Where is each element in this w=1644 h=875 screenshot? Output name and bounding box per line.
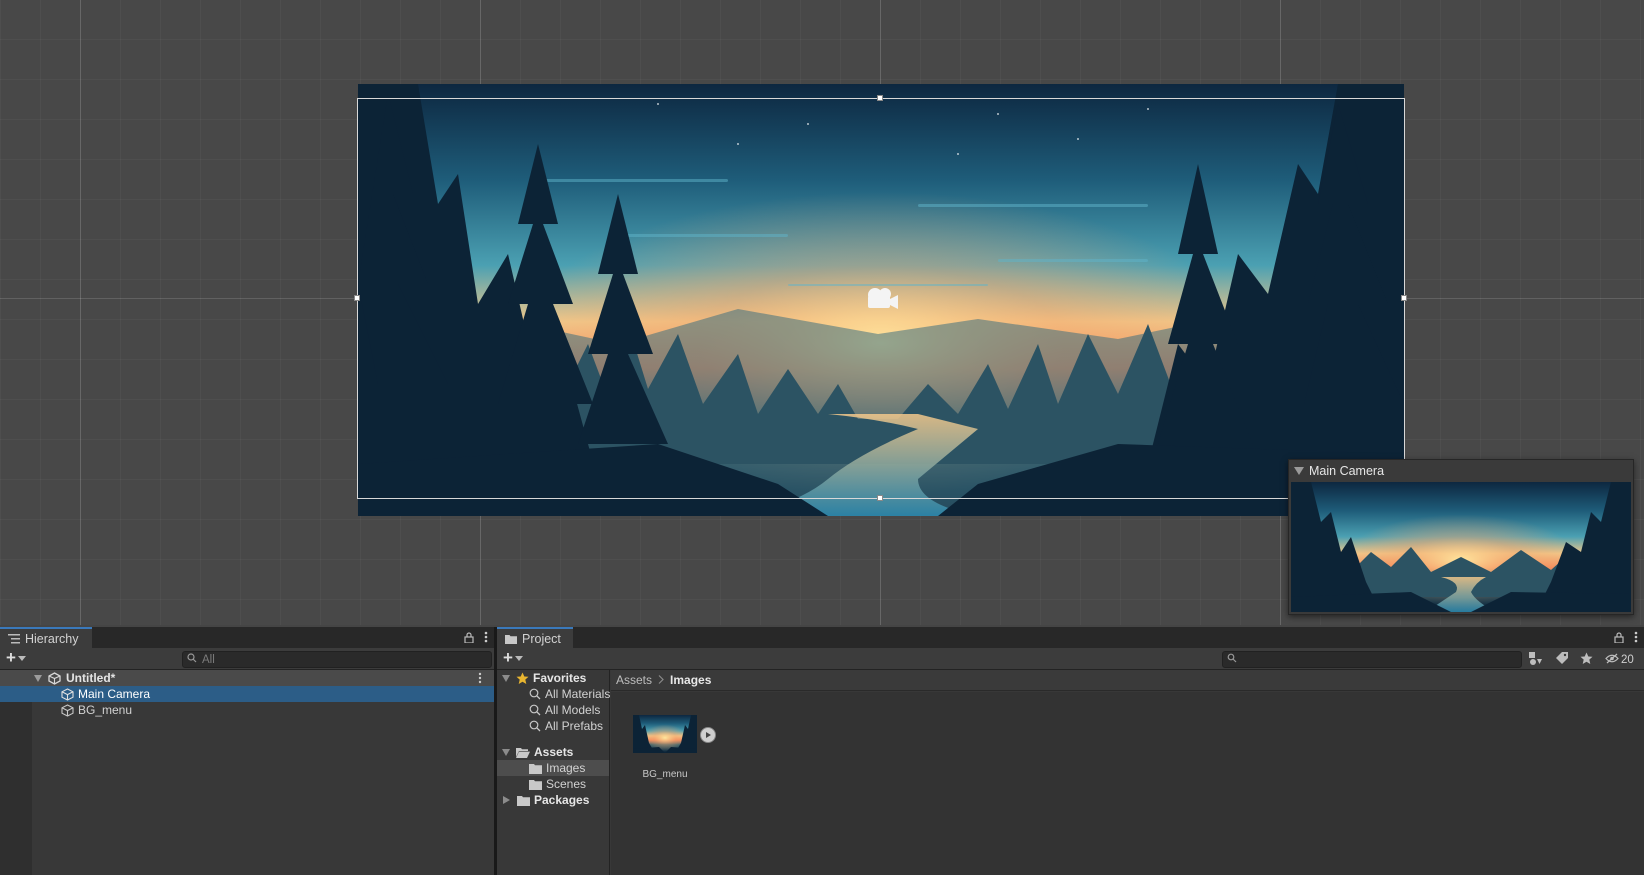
folder-icon <box>529 763 542 774</box>
camera-preview-title: Main Camera <box>1309 464 1385 478</box>
tree-folder-label: Scenes <box>546 777 587 791</box>
project-panel: Project + 20 Favorites All Materials All… <box>497 627 1644 875</box>
search-icon <box>529 704 541 716</box>
camera-icon[interactable] <box>864 286 900 314</box>
expand-triangle-icon[interactable] <box>502 748 510 756</box>
scene-row[interactable]: Untitled* <box>0 670 494 686</box>
gameobject-cube-icon <box>61 687 74 701</box>
project-tabbar: Project <box>497 627 1644 648</box>
folder-icon <box>505 634 517 644</box>
asset-name: BG_menu <box>642 769 688 780</box>
asset-tile-bg-menu[interactable]: BG_menu <box>625 715 716 780</box>
tree-item-all-materials[interactable]: All Materials <box>497 686 611 702</box>
tab-hierarchy[interactable]: Hierarchy <box>0 627 92 648</box>
tree-folder-images[interactable]: Images <box>497 760 609 776</box>
tree-assets[interactable]: Assets <box>497 744 609 760</box>
rect-handle-right[interactable] <box>1401 295 1407 301</box>
hierarchy-tabbar: Hierarchy <box>0 627 494 648</box>
project-folder-tree: Favorites All Materials All Models All P… <box>497 670 610 875</box>
tree-favorites-label: Favorites <box>533 671 587 685</box>
hierarchy-search-input[interactable] <box>202 653 491 666</box>
hierarchy-list: Untitled* Main Camera BG_menu <box>0 670 494 718</box>
hidden-packages-toggle[interactable]: 20 <box>1605 653 1634 667</box>
camera-preview-header[interactable]: Main Camera <box>1289 460 1633 482</box>
bottom-dock: Hierarchy + All Untitled* Main Camera BG… <box>0 627 1644 875</box>
breadcrumb: Assets Images <box>611 670 1644 691</box>
grid-line <box>80 0 81 625</box>
project-search[interactable] <box>1222 651 1522 668</box>
tree-folder-label: Images <box>546 761 586 775</box>
scene-name: Untitled* <box>66 671 116 685</box>
collapsed-triangle-icon[interactable] <box>503 796 510 804</box>
search-filter-icon <box>187 653 198 666</box>
hierarchy-toolbar: + <box>0 648 494 670</box>
camera-preview-window[interactable]: Main Camera <box>1288 459 1634 615</box>
create-button[interactable]: + <box>6 648 26 667</box>
rect-handle-bottom[interactable] <box>877 495 883 501</box>
tab-project-label: Project <box>522 631 561 646</box>
hidden-packages-count: 20 <box>1621 654 1634 666</box>
plus-icon: + <box>503 648 513 667</box>
project-toolbar: + 20 <box>497 648 1644 670</box>
dropdown-caret-icon <box>514 655 523 661</box>
lock-icon[interactable] <box>1614 631 1624 646</box>
scene-view[interactable]: Main Camera <box>0 0 1644 625</box>
expand-triangle-icon[interactable] <box>34 674 42 682</box>
hierarchy-list-icon <box>8 633 20 644</box>
eye-slash-icon <box>1605 653 1619 667</box>
collapse-triangle-icon[interactable] <box>1294 467 1304 475</box>
chevron-right-icon <box>658 673 664 687</box>
tree-item-label: All Materials <box>545 687 611 701</box>
search-icon <box>529 720 541 732</box>
hierarchy-panel: Hierarchy + All Untitled* Main Camera BG… <box>0 627 494 875</box>
rect-handle-left[interactable] <box>354 295 360 301</box>
breadcrumb-current[interactable]: Images <box>670 673 711 687</box>
tree-item-label: All Models <box>545 703 601 717</box>
hierarchy-item-bg-menu[interactable]: BG_menu <box>0 702 494 718</box>
folder-icon <box>517 795 530 806</box>
hierarchy-search[interactable] <box>182 651 492 668</box>
tree-item-all-prefabs[interactable]: All Prefabs <box>497 718 609 734</box>
play-icon[interactable] <box>700 727 716 743</box>
hierarchy-item-label: BG_menu <box>78 703 133 717</box>
tree-item-all-models[interactable]: All Models <box>497 702 609 718</box>
search-icon <box>529 688 541 700</box>
search-by-label-icon[interactable] <box>1555 652 1568 668</box>
open-folder-icon <box>516 747 530 758</box>
folder-icon <box>529 779 542 790</box>
gameobject-cube-icon <box>61 703 74 717</box>
tree-packages[interactable]: Packages <box>497 792 609 808</box>
kebab-menu-icon[interactable] <box>1634 631 1638 646</box>
tree-packages-label: Packages <box>534 793 590 807</box>
tree-folder-scenes[interactable]: Scenes <box>497 776 609 792</box>
breadcrumb-item[interactable]: Assets <box>616 673 652 687</box>
search-icon <box>1227 653 1237 666</box>
expand-triangle-icon[interactable] <box>502 674 510 682</box>
asset-grid: BG_menu <box>611 692 1644 875</box>
plus-icon: + <box>6 648 16 667</box>
create-asset-button[interactable]: + <box>503 648 523 667</box>
hierarchy-item-main-camera[interactable]: Main Camera <box>0 686 494 702</box>
favorites-star-toggle-icon[interactable] <box>1580 652 1593 668</box>
rect-handle-top[interactable] <box>877 95 883 101</box>
tree-assets-label: Assets <box>534 745 574 759</box>
tab-project[interactable]: Project <box>497 627 573 648</box>
asset-thumbnail <box>633 715 697 753</box>
kebab-menu-icon[interactable] <box>484 631 488 646</box>
unity-scene-icon <box>48 671 61 685</box>
search-by-type-icon[interactable] <box>1529 652 1543 668</box>
camera-preview-image <box>1291 482 1631 612</box>
star-icon <box>516 672 529 685</box>
tab-hierarchy-label: Hierarchy <box>25 631 79 646</box>
project-search-input[interactable] <box>1241 653 1521 666</box>
tree-favorites[interactable]: Favorites <box>497 670 609 686</box>
lock-icon[interactable] <box>464 631 474 646</box>
dropdown-caret-icon <box>17 655 26 661</box>
scene-kebab-icon[interactable] <box>478 672 482 687</box>
tree-item-label: All Prefabs <box>545 719 604 733</box>
hierarchy-item-label: Main Camera <box>78 687 151 701</box>
